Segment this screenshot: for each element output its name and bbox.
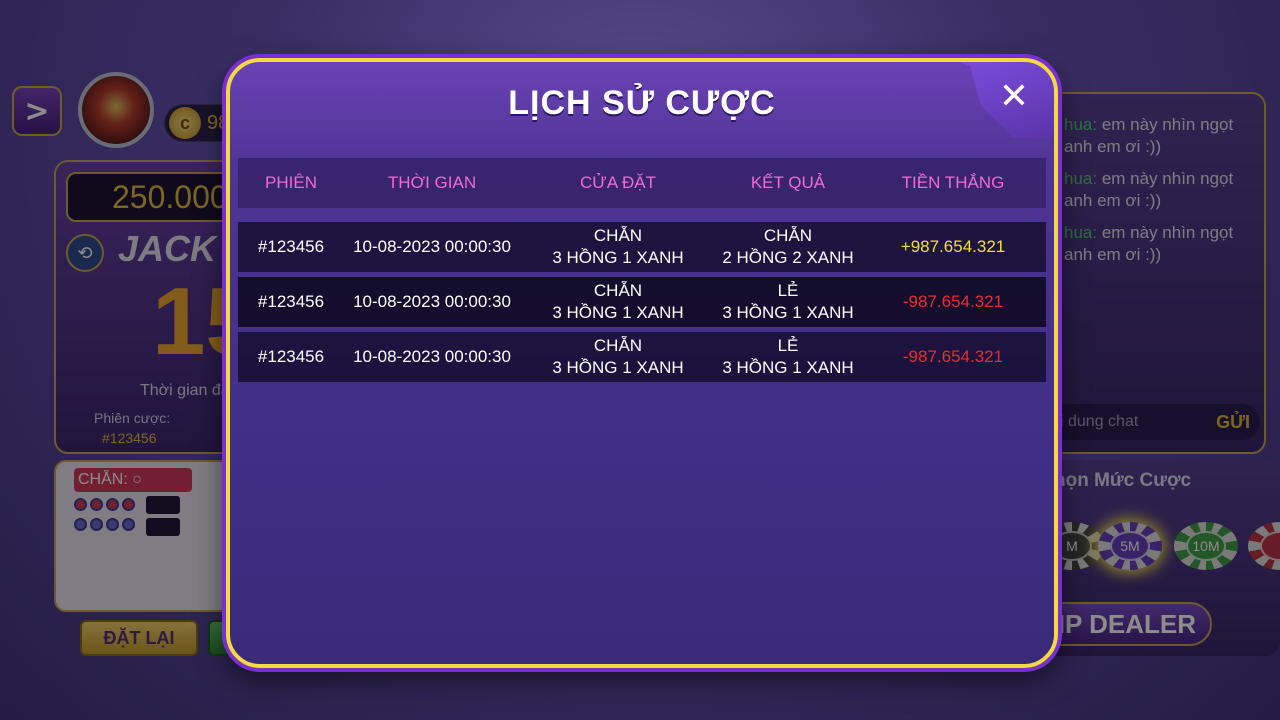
bet-board[interactable]: CHẴN: ○ <box>54 460 254 612</box>
chip-10m[interactable]: 10M <box>1174 522 1238 570</box>
cell-session: #123456 <box>257 292 325 311</box>
cell-bet: CHẴN 3 HỒNG 1 XANH <box>520 335 716 379</box>
cell-bet-line1: CHẴN <box>593 281 643 300</box>
cell-bet-line2: 3 HỒNG 1 XANH <box>552 248 684 267</box>
table-header: PHIÊN THỜI GIAN CỬA ĐẶT KẾT QUẢ TIỀN THẮ… <box>238 158 1046 208</box>
chat-user-name: hua: <box>1064 115 1098 134</box>
chat-message: hua: em này nhìn ngọt anh em ơi :)) <box>1064 222 1233 266</box>
cell-time: 10-08-2023 00:00:30 <box>353 292 511 311</box>
cell-session: #123456 <box>257 347 325 366</box>
bet-time-label: Thời gian đặ <box>140 382 230 399</box>
jackpot-panel: 250.000 ⟲ JACK 15 Thời gian đặ Phiên cượ… <box>54 160 259 454</box>
coin-icon: c <box>169 107 201 139</box>
send-chat-button[interactable]: GỬI <box>1216 412 1250 433</box>
cell-time: 10-08-2023 00:00:30 <box>353 347 511 366</box>
cell-result-line2: 3 HỒNG 1 XANH <box>722 303 854 322</box>
chat-text: anh em ơi :)) <box>1064 137 1162 156</box>
chip-5m[interactable]: 5M <box>1098 522 1162 570</box>
table-row: #123456 10-08-2023 00:00:30 CHẴN 3 HỒNG 1… <box>238 222 1046 272</box>
history-rows: #123456 10-08-2023 00:00:30 CHẴN 3 HỒNG 1… <box>238 222 1046 387</box>
cell-result-line1: LẺ <box>777 336 799 355</box>
chevron-right-icon: > <box>24 93 50 129</box>
chat-text: anh em ơi :)) <box>1064 245 1162 264</box>
chat-message: hua: em này nhìn ngọt anh em ơi :)) <box>1064 168 1233 212</box>
cell-winnings: -987.654.321 <box>902 347 1004 366</box>
jackpot-label: JACK <box>118 228 217 269</box>
header-winnings: TIỀN THẮNG <box>901 173 1005 192</box>
table-row: #123456 10-08-2023 00:00:30 CHẴN 3 HỒNG 1… <box>238 332 1046 382</box>
cell-time: 10-08-2023 00:00:30 <box>353 237 511 256</box>
avatar[interactable] <box>78 72 154 148</box>
chat-message: hua: em này nhìn ngọt anh em ơi :)) <box>1064 114 1233 158</box>
count-box <box>146 496 180 514</box>
cell-result: LẺ 3 HỒNG 1 XANH <box>716 335 860 379</box>
chip-label <box>1260 531 1280 561</box>
chat-text: em này nhìn ngọt <box>1101 115 1234 134</box>
back-button[interactable]: > <box>12 86 62 136</box>
chan-tag-label: CHẴN: <box>78 471 128 488</box>
cell-bet-line2: 3 HỒNG 1 XANH <box>552 303 684 322</box>
cell-winnings: +987.654.321 <box>900 237 1006 256</box>
header-session: PHIÊN <box>265 173 317 192</box>
chip-label: M <box>1052 531 1092 561</box>
cell-bet-line2: 3 HỒNG 1 XANH <box>552 358 684 377</box>
jackpot-amount: 250.000 <box>66 172 246 222</box>
cell-result: LẺ 3 HỒNG 1 XANH <box>716 280 860 324</box>
red-dot <box>106 498 119 511</box>
chat-panel: hua: em này nhìn ngọt anh em ơi :)) hua:… <box>1040 92 1266 454</box>
blue-dot <box>74 518 87 531</box>
cell-result-line1: LẺ <box>777 281 799 300</box>
cell-result: CHẴN 2 HỒNG 2 XANH <box>716 225 860 269</box>
red-dot <box>90 498 103 511</box>
history-icon[interactable]: ⟲ <box>66 234 104 272</box>
modal-title: LỊCH SỬ CƯỢC <box>508 84 776 122</box>
chat-text: anh em ơi :)) <box>1064 191 1162 210</box>
header-time: THỜI GIAN <box>387 173 477 192</box>
blue-dot-row <box>74 518 135 531</box>
header-result: KẾT QUẢ <box>750 173 826 192</box>
session-label: Phiên cược: <box>94 410 171 426</box>
chat-user-name: hua: <box>1064 169 1098 188</box>
chip-red[interactable] <box>1248 522 1280 570</box>
chip-label: 10M <box>1186 531 1226 561</box>
header-bet-side: CỬA ĐẶT <box>580 173 656 192</box>
red-dot-row <box>74 498 135 511</box>
cell-winnings: -987.654.321 <box>902 292 1004 311</box>
blue-dot <box>106 518 119 531</box>
chip-label: 5M <box>1110 531 1150 561</box>
chat-user-name: hua: <box>1064 223 1098 242</box>
table-row: #123456 10-08-2023 00:00:30 CHẴN 3 HỒNG 1… <box>238 277 1046 327</box>
chat-text: em này nhìn ngọt <box>1101 223 1234 242</box>
red-dot <box>74 498 87 511</box>
chan-tag: CHẴN: ○ <box>74 468 192 492</box>
cell-bet-line1: CHẴN <box>593 336 643 355</box>
cell-bet: CHẴN 3 HỒNG 1 XANH <box>520 280 716 324</box>
session-id: #123456 <box>102 430 157 446</box>
cell-bet-line1: CHẴN <box>593 226 643 245</box>
bet-history-modal: ✕ LỊCH SỬ CƯỢC PHIÊN THỜI GIAN CỬA ĐẶT K… <box>226 58 1058 668</box>
bet-level-title: họn Mức Cược <box>1054 470 1192 491</box>
cell-result-line2: 2 HỒNG 2 XANH <box>722 248 854 267</box>
cell-bet: CHẴN 3 HỒNG 1 XANH <box>520 225 716 269</box>
count-box <box>146 518 180 536</box>
cell-session: #123456 <box>257 237 325 256</box>
cell-result-line2: 3 HỒNG 1 XANH <box>722 358 854 377</box>
chat-text: em này nhìn ngọt <box>1101 169 1234 188</box>
red-dot <box>122 498 135 511</box>
blue-dot <box>122 518 135 531</box>
blue-dot <box>90 518 103 531</box>
reset-bet-button[interactable]: ĐẶT LẠI <box>80 620 198 656</box>
cell-result-line1: CHẴN <box>763 226 813 245</box>
